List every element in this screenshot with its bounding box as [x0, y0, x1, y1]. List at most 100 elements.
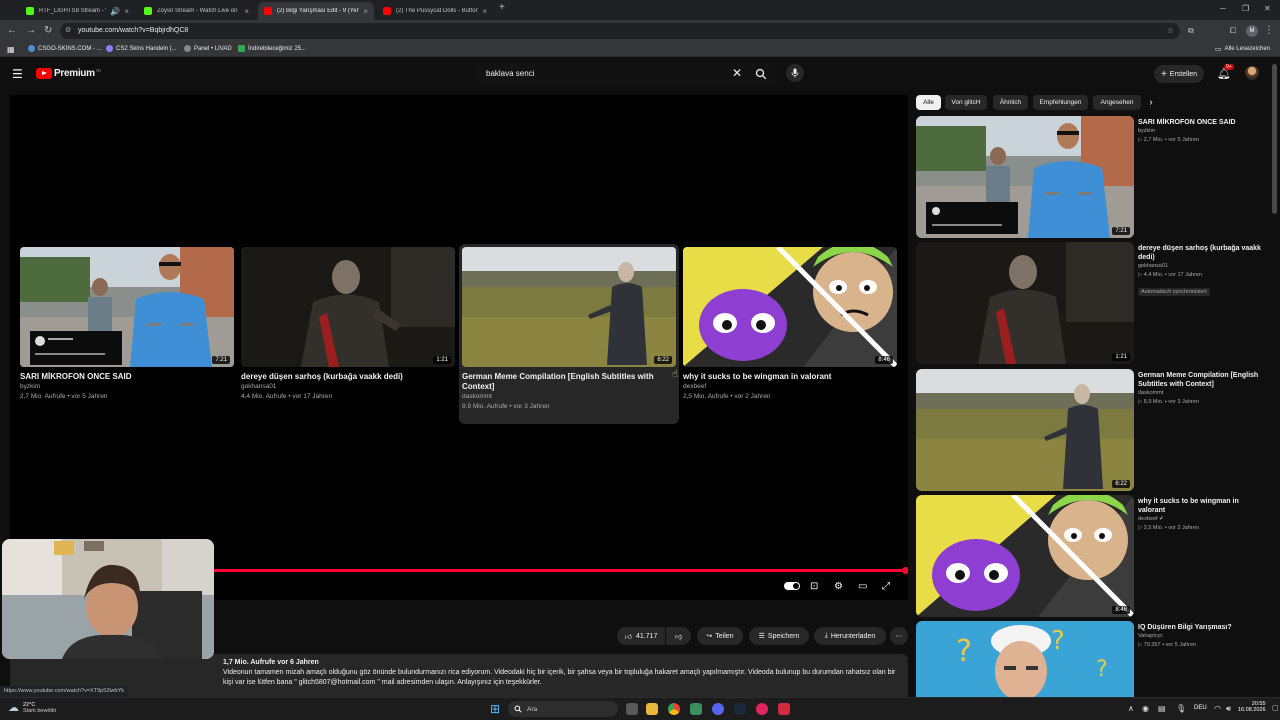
steam-icon[interactable]: [734, 703, 746, 715]
kick-icon: [144, 7, 152, 15]
dislike-button[interactable]: 👎︎: [666, 627, 691, 645]
search-input[interactable]: baklava senci: [476, 64, 776, 84]
chip-recommendations[interactable]: Empfehlungen: [1033, 95, 1088, 110]
share-button[interactable]: ↪ Teilen: [697, 627, 743, 645]
file-explorer-icon[interactable]: [646, 703, 658, 715]
all-bookmarks-button[interactable]: ▭ Alle Lesezeichen: [1215, 45, 1270, 53]
volume-icon[interactable]: 🔊︎: [1226, 704, 1231, 714]
bookmark-item[interactable]: CS2 Skins Handeln (...: [106, 45, 177, 52]
tray-app-icon[interactable]: ◉: [1142, 704, 1149, 713]
reload-icon[interactable]: ↻: [44, 25, 52, 37]
fullscreen-icon[interactable]: ⤢: [882, 581, 890, 592]
minimize-icon[interactable]: ─: [1220, 4, 1226, 13]
chevron-right-icon[interactable]: ›: [1144, 96, 1158, 109]
taskbar-search[interactable]: Ara: [508, 701, 618, 717]
browser-tab[interactable]: RTF_LIGHTS8 Stream - Watc 🔊 ×: [20, 2, 135, 20]
video-meta: ▷ 2,5 Mio. • vor 2 Jahren: [1138, 525, 1199, 531]
new-tab-button[interactable]: +: [499, 2, 505, 13]
browser-tab[interactable]: (2) The Pussycat Dolls - Button ×: [377, 2, 493, 20]
video-info: IQ Düşüren Bilgi Yarışması? Vahapicyc ▷ …: [1138, 623, 1266, 650]
weather-text: 22°C Stark bewölkt: [23, 702, 56, 714]
forward-icon[interactable]: →: [26, 25, 36, 37]
network-icon[interactable]: ▤: [1158, 704, 1166, 713]
close-window-icon[interactable]: ✕: [1264, 4, 1271, 13]
page-scrollbar[interactable]: [1272, 64, 1277, 214]
video-thumbnail: 8:46: [916, 495, 1134, 617]
channel-name: daskommt: [462, 393, 492, 400]
weather-widget[interactable]: ☁ 22°C Stark bewölkt: [8, 701, 56, 715]
search-button[interactable]: [750, 66, 772, 82]
language-indicator[interactable]: DEU: [1194, 705, 1207, 711]
close-icon[interactable]: ×: [124, 7, 129, 16]
app-icon[interactable]: [778, 703, 790, 715]
chip-from-channel[interactable]: Von glitcH: [945, 95, 987, 110]
account-avatar[interactable]: [1245, 66, 1259, 80]
bookmark-item[interactable]: İndirebileceğimiz 25...: [238, 45, 306, 52]
youtube-icon: [383, 7, 391, 15]
cast-icon[interactable]: ⧉: [1188, 25, 1194, 37]
end-screen-video[interactable]: 7:21 SARI MİKROFON ONCE SAID byzkim 2,7 …: [20, 247, 234, 402]
related-video[interactable]: ? ? ? IQ Düşüren Bilgi Yarışması? Vahapi…: [916, 621, 1266, 697]
chip-related[interactable]: Ähnlich: [993, 95, 1028, 110]
chip-all[interactable]: Alle: [916, 95, 941, 110]
voice-search-button[interactable]: [786, 64, 804, 82]
youtube-logo[interactable]: Premium TR: [36, 68, 101, 79]
microphone-icon[interactable]: 🎙︎: [1176, 704, 1186, 713]
address-bar[interactable]: ⚙ youtube.com/watch?v=BqbjrdhQC8 ☆: [60, 23, 1180, 39]
close-icon[interactable]: ×: [244, 7, 249, 16]
task-view-icon[interactable]: [626, 703, 638, 715]
autoplay-toggle[interactable]: [784, 582, 800, 590]
search-value: baklava senci: [486, 69, 535, 78]
back-icon[interactable]: ←: [7, 25, 17, 37]
profile-avatar[interactable]: M: [1246, 25, 1258, 37]
maximize-icon[interactable]: ❐: [1242, 4, 1249, 13]
like-button[interactable]: 👍︎ 41.717: [617, 627, 665, 645]
bookmark-item[interactable]: CSGO-SKINS.COM - ...: [28, 45, 102, 52]
close-icon[interactable]: ×: [482, 7, 487, 16]
mouse-cursor-icon: ☝︎: [672, 369, 679, 380]
system-clock[interactable]: 20:55 16.08.2026: [1238, 701, 1266, 713]
browser-tab[interactable]: Zoysn Stream - Watch Live on ×: [138, 2, 255, 20]
browser-tab-active[interactable]: (2) Bilgi Yarışması Edit - 9 (Yeni ×: [258, 2, 374, 20]
save-button[interactable]: ☰ Speichern: [749, 627, 809, 645]
youtube-icon: [264, 7, 272, 15]
end-screen-video[interactable]: 1:21 dereye düşen sarhoş (kurbağa vaakk …: [241, 247, 455, 402]
discord-icon[interactable]: [712, 703, 724, 715]
hamburger-menu-icon[interactable]: ☰: [12, 67, 23, 81]
subtitles-icon[interactable]: ⊡: [810, 581, 818, 592]
thumbs-up-icon: 👍︎: [624, 633, 632, 641]
chrome-icon[interactable]: [668, 703, 680, 715]
video-duration: 7:21: [212, 356, 230, 364]
miniplayer-icon[interactable]: ▭: [858, 581, 867, 592]
end-screen-video-hovered[interactable]: 6:22 German Meme Compilation [English Su…: [459, 244, 679, 424]
notifications-icon[interactable]: ▢: [1272, 704, 1279, 712]
video-meta: ▷ 4,4 Mio. • vor 17 Jahren: [1138, 272, 1202, 278]
video-info: why it sucks to be wingman in valorant d…: [1138, 497, 1266, 533]
windows-start-icon[interactable]: ⊞: [490, 702, 500, 716]
speaker-icon[interactable]: 🔊: [110, 7, 120, 16]
progress-scrubber[interactable]: [902, 567, 908, 574]
close-icon[interactable]: ×: [363, 7, 368, 16]
more-actions-button[interactable]: ⋯: [890, 627, 908, 645]
video-player[interactable]: 7:21 SARI MİKROFON ONCE SAID byzkim 2,7 …: [10, 95, 908, 600]
create-button[interactable]: + Erstellen: [1154, 65, 1204, 83]
wifi-icon[interactable]: ◠: [1214, 704, 1221, 713]
clear-search-icon[interactable]: ✕: [732, 66, 742, 80]
tab-title: Zoysn Stream - Watch Live on: [157, 8, 238, 14]
site-info-icon[interactable]: ⚙: [65, 23, 71, 39]
download-button[interactable]: ⤓ Herunterladen: [814, 627, 886, 645]
chip-watched[interactable]: Angesehen: [1093, 95, 1141, 110]
settings-gear-icon[interactable]: ⚙: [834, 581, 843, 592]
video-info: dereye düşen sarhoş (kurbağa vaakk dedi)…: [1138, 244, 1266, 298]
tray-chevron-icon[interactable]: ∧: [1128, 704, 1134, 713]
end-screen-video[interactable]: 8:46 why it sucks to be wingman in valor…: [683, 247, 897, 402]
store-icon[interactable]: [690, 703, 702, 715]
bookmark-item[interactable]: Panel • LIVAD: [184, 45, 232, 52]
extensions-icon[interactable]: ⧠: [1230, 25, 1236, 37]
video-title: IQ Düşüren Bilgi Yarışması?: [1138, 624, 1232, 631]
menu-icon[interactable]: ⋮: [1264, 25, 1274, 37]
channel-name: byzkim: [1138, 128, 1156, 134]
apps-icon[interactable]: ▦: [7, 45, 15, 54]
app-icon[interactable]: [756, 703, 768, 715]
bookmark-star-icon[interactable]: ☆: [1167, 23, 1174, 39]
